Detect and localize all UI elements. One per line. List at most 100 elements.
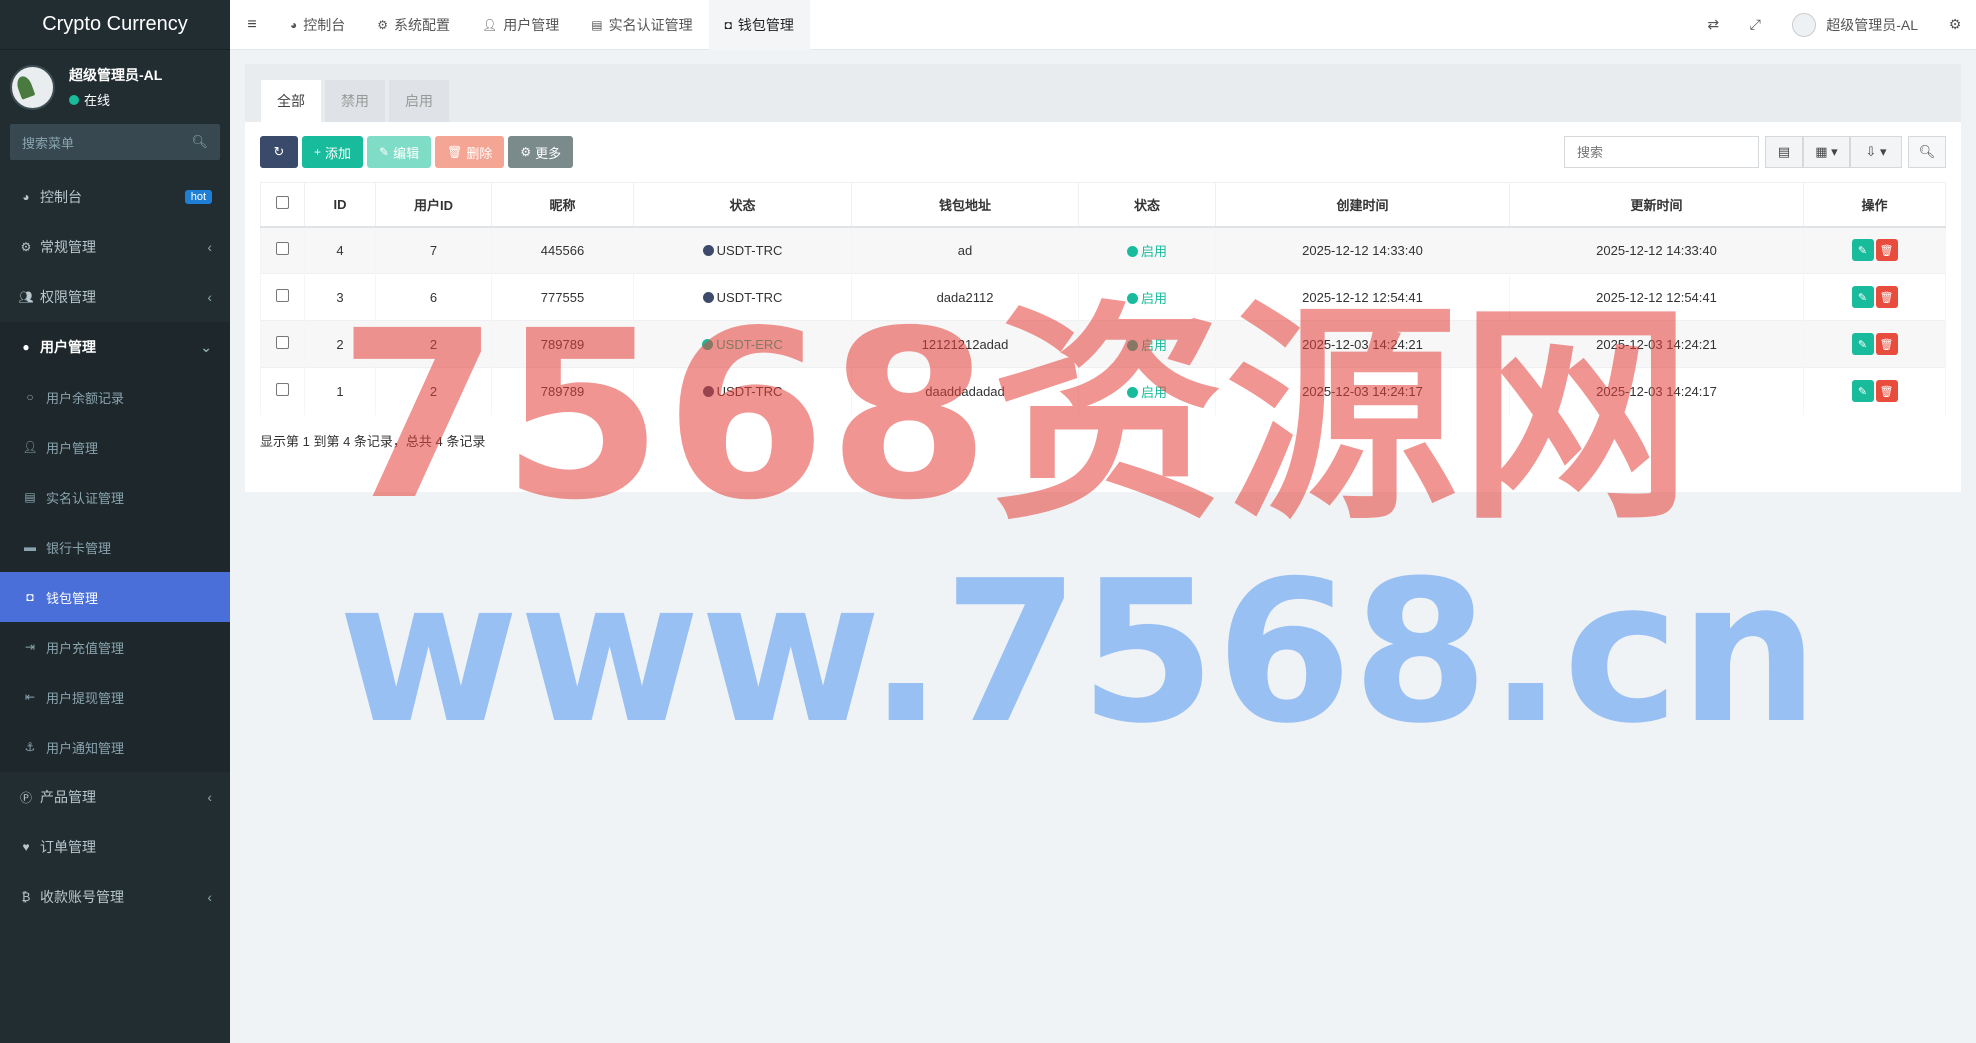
menu-search-input[interactable]: 搜索菜单 🔍︎ bbox=[10, 124, 220, 160]
table-header-row: ID 用户ID 昵称 状态 钱包地址 状态 创建时间 更新时间 操作 bbox=[260, 182, 1946, 228]
sidebar: Crypto Currency 超级管理员-AL 在线 搜索菜单 🔍︎ ◕ 控制… bbox=[0, 0, 230, 1043]
user-icon: 👤︎ bbox=[22, 440, 38, 454]
submenu-item-notice[interactable]: ⚓︎ 用户通知管理 bbox=[0, 722, 230, 772]
dashboard-icon: ◕ bbox=[22, 190, 30, 204]
tab-label: 实名认证管理 bbox=[608, 16, 693, 33]
col-address[interactable]: 钱包地址 bbox=[851, 182, 1079, 228]
chevron-down-icon: ⌄ bbox=[200, 338, 212, 355]
col-user-id[interactable]: 用户ID bbox=[375, 182, 492, 228]
delete-label: 删除 bbox=[466, 145, 493, 161]
top-user-name: 超级管理员-AL bbox=[1826, 16, 1918, 33]
filter-tab-all[interactable]: 全部 bbox=[261, 80, 321, 122]
more-button[interactable]: ⚙ 更多 bbox=[508, 136, 574, 168]
row-edit-button[interactable]: ✎ bbox=[1851, 286, 1874, 308]
tab-dashboard[interactable]: ◕ 控制台 bbox=[274, 0, 361, 50]
cell-status: 启用 bbox=[1078, 226, 1216, 274]
user-panel: 超级管理员-AL 在线 bbox=[0, 50, 230, 124]
row-checkbox[interactable] bbox=[276, 383, 289, 397]
language-icon[interactable]: ⇄ bbox=[1692, 0, 1734, 50]
submenu-item-realname[interactable]: ▤ 实名认证管理 bbox=[0, 472, 230, 522]
table-row[interactable]: 4 7 445566 USDT-TRC ad 启用 2025-12-12 14:33:40 2… bbox=[260, 226, 1946, 274]
sidebar-item-users[interactable]: ● 用户管理 ⌄ bbox=[0, 322, 230, 372]
cell-type: USDT-TRC bbox=[633, 226, 852, 274]
menu-toggle-icon[interactable]: ≡ bbox=[230, 0, 274, 50]
delete-button[interactable]: 🗑︎ 删除 bbox=[435, 136, 505, 168]
submenu-item-label: 用户通知管理 bbox=[46, 740, 125, 756]
row-delete-button[interactable]: 🗑︎ bbox=[1875, 333, 1898, 355]
edit-button[interactable]: ✎ 编辑 bbox=[367, 136, 432, 168]
user-menu[interactable]: 超级管理员-AL bbox=[1776, 12, 1934, 37]
submenu-item-user-manage[interactable]: 👤︎ 用户管理 bbox=[0, 422, 230, 472]
row-edit-button[interactable]: ✎ bbox=[1851, 239, 1874, 262]
submenu-item-withdraw[interactable]: ⇤ 用户提现管理 bbox=[0, 672, 230, 722]
bitcoin-icon: ₿ bbox=[21, 890, 31, 904]
add-button[interactable]: + 添加 bbox=[302, 136, 364, 168]
tab-system-config[interactable]: ⚙ 系统配置 bbox=[361, 0, 466, 50]
top-navbar: ≡ ◕ 控制台 ⚙ 系统配置 👤︎ 用户管理 ▤ 实名认证管理 ◘ 钱包管理 ⇄ ⤢ 超级… bbox=[230, 0, 1976, 50]
sidebar-item-permissions[interactable]: 👥︎ 权限管理 ‹ bbox=[0, 272, 230, 322]
col-status[interactable]: 状态 bbox=[1078, 182, 1216, 228]
col-type[interactable]: 状态 bbox=[633, 182, 852, 228]
fullscreen-icon[interactable]: ⤢ bbox=[1734, 0, 1776, 50]
filter-tab-disabled[interactable]: 禁用 bbox=[325, 80, 385, 122]
type-label: USDT-TRC bbox=[716, 242, 783, 258]
toggle-view-button[interactable]: ▤ bbox=[1765, 136, 1803, 168]
submenu-item-label: 用户余额记录 bbox=[46, 390, 125, 406]
columns-button[interactable]: ▦ ▾ bbox=[1803, 136, 1850, 168]
col-nickname[interactable]: 昵称 bbox=[491, 182, 634, 228]
cell-id: 4 bbox=[304, 226, 376, 274]
row-select-cell bbox=[260, 226, 305, 274]
sidebar-item-label: 用户管理 bbox=[40, 339, 96, 355]
export-button[interactable]: ⇩ ▾ bbox=[1850, 136, 1902, 168]
row-edit-button[interactable]: ✎ bbox=[1851, 333, 1874, 355]
users-submenu: ○ 用户余额记录 👤︎ 用户管理 ▤ 实名认证管理 ▬ 银行卡管理 ◘ 钱包管理… bbox=[0, 372, 230, 772]
sidebar-item-products[interactable]: Ⓟ 产品管理 ‹ bbox=[0, 772, 230, 822]
col-updated[interactable]: 更新时间 bbox=[1509, 182, 1804, 228]
row-delete-button[interactable]: 🗑︎ bbox=[1875, 380, 1898, 403]
sidebar-item-orders[interactable]: ♥ 订单管理 bbox=[0, 822, 230, 872]
brand-logo[interactable]: Crypto Currency bbox=[0, 0, 230, 50]
type-dot-icon bbox=[702, 244, 714, 256]
tab-realname[interactable]: ▤ 实名认证管理 bbox=[575, 0, 708, 50]
sidebar-item-dashboard[interactable]: ◕ 控制台 hot bbox=[0, 172, 230, 222]
tab-user-manage[interactable]: 👤︎ 用户管理 bbox=[466, 0, 575, 50]
sidebar-item-label: 控制台 bbox=[40, 189, 82, 205]
sign-in-icon: ⇥ bbox=[24, 640, 36, 654]
submenu-item-balance-log[interactable]: ○ 用户余额记录 bbox=[0, 372, 230, 422]
table-toolbar: ↻ +添加 ✎编辑 🗑︎删除 ⚙更多 ▤ ▦ ▾ ⇩ ▾ 🔍︎ bbox=[245, 122, 1961, 182]
col-created[interactable]: 创建时间 bbox=[1215, 182, 1510, 228]
refresh-button[interactable]: ↻ bbox=[260, 136, 298, 168]
sidebar-item-label: 权限管理 bbox=[40, 289, 96, 305]
row-checkbox[interactable] bbox=[276, 242, 289, 256]
filter-tab-enabled[interactable]: 启用 bbox=[389, 80, 449, 122]
plus-icon: + bbox=[314, 145, 322, 159]
trash-icon: 🗑︎ bbox=[1879, 291, 1894, 304]
tab-wallet[interactable]: ◘ 钱包管理 bbox=[708, 0, 810, 50]
row-edit-button[interactable]: ✎ bbox=[1851, 380, 1874, 403]
row-delete-button[interactable]: 🗑︎ bbox=[1875, 286, 1898, 308]
submenu-item-wallet[interactable]: ◘ 钱包管理 bbox=[0, 572, 230, 622]
settings-icon[interactable]: ⚙ bbox=[1934, 0, 1976, 50]
table-search-input[interactable] bbox=[1564, 136, 1759, 168]
submenu-item-recharge[interactable]: ⇥ 用户充值管理 bbox=[0, 622, 230, 672]
advanced-search-button[interactable]: 🔍︎ bbox=[1908, 136, 1946, 168]
select-all-checkbox[interactable] bbox=[276, 196, 289, 210]
money-icon: ◘ bbox=[724, 17, 732, 32]
sidebar-item-accounts[interactable]: ₿ 收款账号管理 ‹ bbox=[0, 872, 230, 922]
sidebar-item-general[interactable]: ⚙ 常规管理 ‹ bbox=[0, 222, 230, 272]
pencil-icon: ✎ bbox=[1857, 385, 1868, 398]
avatar bbox=[10, 64, 55, 110]
tab-label: 控制台 bbox=[303, 16, 346, 33]
tab-label: 系统配置 bbox=[394, 16, 451, 33]
row-delete-button[interactable]: 🗑︎ bbox=[1875, 239, 1898, 262]
sidebar-item-label: 收款账号管理 bbox=[40, 889, 124, 905]
submenu-item-bankcard[interactable]: ▬ 银行卡管理 bbox=[0, 522, 230, 572]
tab-label: 用户管理 bbox=[503, 16, 560, 33]
row-checkbox[interactable] bbox=[276, 336, 289, 349]
col-id[interactable]: ID bbox=[304, 182, 376, 228]
chevron-left-icon: ‹ bbox=[207, 889, 212, 905]
submenu-item-label: 钱包管理 bbox=[46, 590, 99, 606]
search-icon[interactable]: 🔍︎ bbox=[191, 134, 208, 150]
cog-icon: ⚙ bbox=[377, 17, 389, 32]
row-checkbox[interactable] bbox=[276, 289, 289, 302]
